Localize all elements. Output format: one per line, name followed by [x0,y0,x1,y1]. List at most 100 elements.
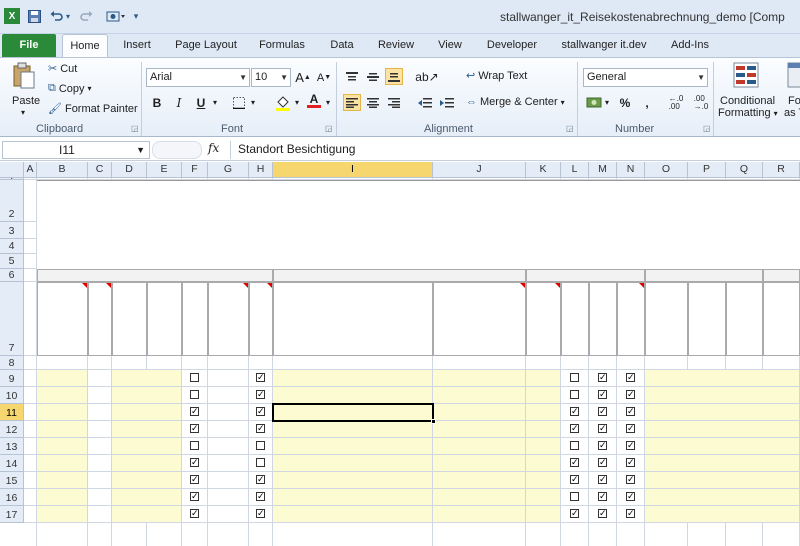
cell-land[interactable] [433,404,526,421]
formula-input[interactable]: Standort Besichtigung [230,141,800,159]
active-cell-selection[interactable] [272,403,434,422]
italic-button[interactable]: I [170,94,188,111]
tab-review[interactable]: Review [372,34,420,57]
cell-pauschale[interactable] [526,387,561,404]
cell-flug[interactable] [645,455,688,472]
cell-reiseziel[interactable] [273,489,433,506]
column-header[interactable]: A [24,162,37,178]
cell-antritt[interactable] [112,404,147,421]
column-header[interactable]: P [688,162,726,178]
tab-developer[interactable]: Developer [480,34,544,57]
cell-taxi[interactable] [726,370,763,387]
cell-km[interactable] [763,387,800,404]
cell-flug[interactable] [645,404,688,421]
tab-stallwanger[interactable]: stallwanger it.dev [554,34,654,57]
column-header[interactable]: O [645,162,688,178]
cell-reiseziel[interactable] [273,421,433,438]
checkbox-fruehstueck[interactable]: ✓ [570,424,579,433]
cell-bahn[interactable] [688,370,726,387]
cell-km[interactable] [763,404,800,421]
checkbox-mittag[interactable]: ✓ [598,509,607,518]
row-header[interactable]: 4 [0,239,24,254]
cell-flug[interactable] [645,438,688,455]
cell-pauschale[interactable] [526,472,561,489]
cell-antritt[interactable] [112,506,147,523]
cell-land[interactable] [433,455,526,472]
cell-date[interactable] [37,404,88,421]
borders-dropdown-icon[interactable]: ▾ [248,94,258,111]
cell-ende[interactable] [147,370,182,387]
paste-button[interactable]: Paste [12,95,40,107]
customize-qat-icon[interactable]: ▾ [132,8,140,24]
font-name-combo[interactable]: Arial ▼ [146,68,250,87]
column-header[interactable]: F [182,162,208,178]
cell-reiseziel[interactable] [273,472,433,489]
increase-decimal-icon[interactable]: ←.0.00 [665,94,687,111]
row-header[interactable]: 2 [0,180,24,222]
cell-date[interactable] [37,370,88,387]
checkbox-ganztaegig[interactable]: ✓ [190,492,199,501]
cell-antritt[interactable] [112,370,147,387]
decrease-decimal-icon[interactable]: .00 →.0 [690,94,712,111]
redo-icon[interactable] [78,8,94,24]
row-header[interactable]: 11 [0,404,24,421]
cell-dauer[interactable] [208,506,249,523]
comma-button[interactable]: , [638,94,656,111]
merge-center-button[interactable]: ⇔ Merge & Center ▾ [466,96,565,108]
checkbox-abend[interactable]: ✓ [626,373,635,382]
checkbox-fruehstueck[interactable]: ✓ [570,458,579,467]
cell-pauschale[interactable] [526,370,561,387]
underline-button[interactable]: U [192,94,210,111]
format-painter-button[interactable]: 🖌 Format Painter [48,102,138,116]
align-right-icon[interactable] [385,94,403,111]
cell-date[interactable] [37,387,88,404]
cell-km[interactable] [763,455,800,472]
worksheet-grid[interactable]: ABCDEFGHIJKLMNOPQR1234567891011121314151… [0,162,800,546]
save-icon[interactable] [26,8,42,24]
row-header[interactable]: 16 [0,489,24,506]
cell-taxi[interactable] [726,421,763,438]
checkbox-fruehstueck[interactable]: ✓ [570,407,579,416]
copy-button[interactable]: ⧉ Copy ▾ [48,82,92,95]
underline-dropdown-icon[interactable]: ▾ [210,94,220,111]
column-header[interactable]: I [273,162,433,178]
cell-reiseziel[interactable] [273,455,433,472]
cell-ende[interactable] [147,404,182,421]
cell-flug[interactable] [645,387,688,404]
cell-dauer[interactable] [208,438,249,455]
cell-bahn[interactable] [688,489,726,506]
checkbox-standortreise[interactable]: ✓ [256,475,265,484]
checkbox-fruehstueck[interactable]: ✓ [570,509,579,518]
checkbox-abend[interactable]: ✓ [626,509,635,518]
cell-date[interactable] [37,421,88,438]
checkbox-mittag[interactable]: ✓ [598,458,607,467]
checkbox-mittag[interactable]: ✓ [598,441,607,450]
paste-dropdown-icon[interactable]: ▾ [21,108,25,117]
cell-reiseziel[interactable] [273,506,433,523]
cell-dauer[interactable] [208,472,249,489]
cell-km[interactable] [763,438,800,455]
cell-flug[interactable] [645,421,688,438]
align-top-icon[interactable] [343,68,361,85]
row-header[interactable]: 9 [0,370,24,387]
row-header[interactable]: 3 [0,222,24,239]
clipboard-launcher-icon[interactable]: ◲ [131,124,139,133]
cell-antritt[interactable] [112,455,147,472]
align-bottom-icon[interactable] [385,68,403,85]
column-header[interactable]: J [433,162,526,178]
checkbox-ganztaegig[interactable]: ✓ [190,407,199,416]
cell-dauer[interactable] [208,370,249,387]
checkbox-abend[interactable]: ✓ [626,475,635,484]
checkbox-fruehstueck[interactable] [570,492,579,501]
cell-dauer[interactable] [208,455,249,472]
tab-home[interactable]: Home [62,34,108,57]
font-size-combo[interactable]: 10 ▼ [251,68,291,87]
paste-icon[interactable] [10,62,38,90]
number-launcher-icon[interactable]: ◲ [703,124,711,133]
tab-add-ins[interactable]: Add-Ins [664,34,716,57]
cell-reiseziel[interactable] [273,438,433,455]
column-header[interactable]: L [561,162,589,178]
column-header[interactable]: D [112,162,147,178]
conditional-formatting-label[interactable]: Conditional [720,95,775,107]
cell-bahn[interactable] [688,421,726,438]
